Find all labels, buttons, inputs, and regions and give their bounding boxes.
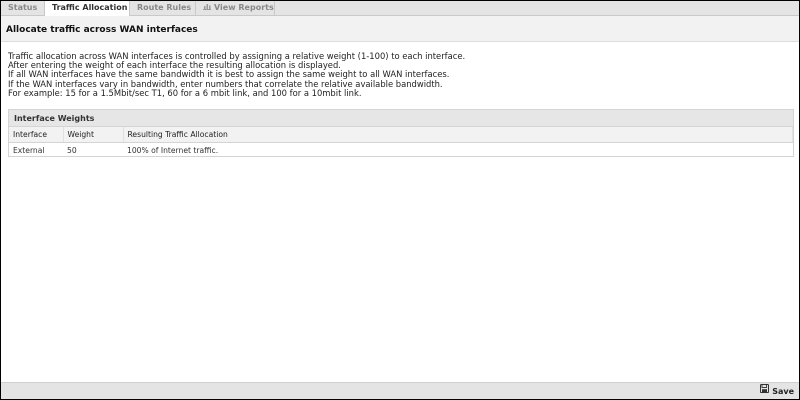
panel-header: Interface Weights (9, 110, 793, 127)
table-header-row: Interface Weight Resulting Traffic Alloc… (9, 127, 793, 143)
save-button[interactable]: Save (760, 384, 794, 398)
allocation-cell: 100% of Internet traffic. (127, 146, 219, 155)
description: Traffic allocation across WAN interfaces… (8, 51, 788, 98)
save-label: Save (772, 387, 794, 396)
tab-label: Status (8, 3, 38, 12)
column-header-weight[interactable]: Weight (63, 127, 124, 143)
interface-weights-panel: Interface Weights Interface Weight Resul… (8, 109, 794, 157)
table-row[interactable]: External 50 100% of Internet traffic. (9, 143, 793, 159)
tab-label: Route Rules (137, 3, 192, 12)
tab-route-rules[interactable]: Route Rules (130, 1, 195, 15)
tab-label: Traffic Allocation (52, 3, 128, 12)
floppy-disk-icon (760, 384, 770, 397)
description-line: For example: 15 for a 1.5Mbit/sec T1, 60… (8, 87, 362, 98)
tab-traffic-allocation[interactable]: Traffic Allocation (44, 1, 130, 16)
interface-weights-table: Interface Weight Resulting Traffic Alloc… (9, 127, 793, 158)
tab-label: View Reports (214, 3, 274, 12)
page-heading: Allocate traffic across WAN interfaces (1, 16, 799, 42)
tab-status[interactable]: Status (1, 1, 43, 15)
weight-cell[interactable]: 50 (63, 143, 123, 159)
page-title: Allocate traffic across WAN interfaces (6, 25, 198, 35)
tab-view-reports[interactable]: View Reports (195, 1, 275, 15)
interface-cell: External (13, 146, 45, 155)
footer-toolbar: Save (1, 382, 799, 399)
panel-title: Interface Weights (14, 114, 95, 123)
column-header-allocation[interactable]: Resulting Traffic Allocation (123, 127, 793, 143)
app-window: Status Traffic Allocation Route Rules Vi… (1, 1, 799, 399)
column-header-interface[interactable]: Interface (9, 127, 64, 143)
chart-icon (203, 1, 211, 14)
tab-bar: Status Traffic Allocation Route Rules Vi… (1, 1, 799, 16)
